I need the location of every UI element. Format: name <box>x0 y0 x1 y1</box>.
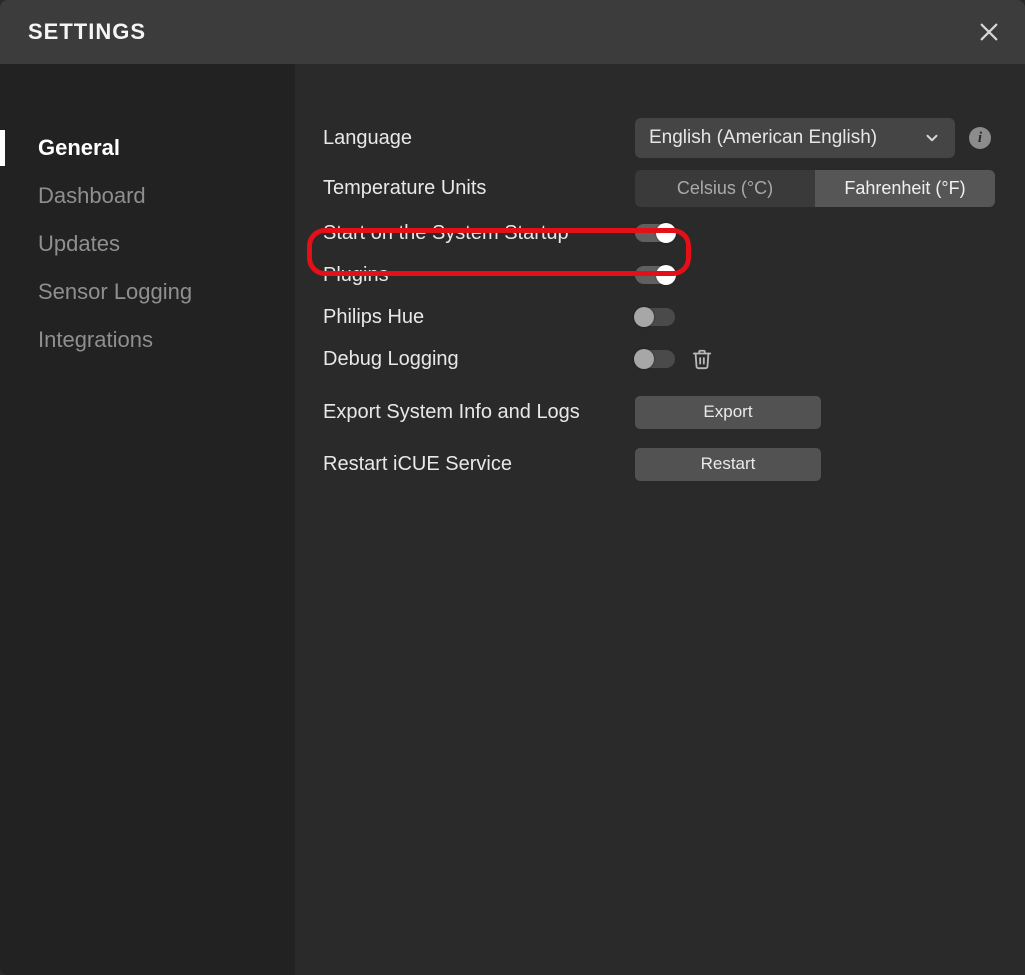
sidebar-item-label: General <box>38 135 120 161</box>
content-panel: Language English (American English) i Te… <box>297 64 1025 975</box>
language-label: Language <box>323 127 635 150</box>
sidebar-item-general[interactable]: General <box>0 124 295 172</box>
philips-hue-toggle[interactable] <box>635 308 675 326</box>
sidebar-item-updates[interactable]: Updates <box>0 220 295 268</box>
debug-logging-toggle[interactable] <box>635 350 675 368</box>
philips-hue-label: Philips Hue <box>323 306 635 329</box>
sidebar: General Dashboard Updates Sensor Logging… <box>0 64 297 975</box>
sidebar-item-label: Integrations <box>38 327 153 353</box>
toggle-knob <box>634 307 654 327</box>
window-title: SETTINGS <box>28 19 146 45</box>
temperature-option-celsius[interactable]: Celsius (°C) <box>635 170 815 207</box>
info-icon[interactable]: i <box>969 127 991 149</box>
settings-window: SETTINGS General Dashboard Updates Senso… <box>0 0 1025 975</box>
toggle-knob <box>656 223 676 243</box>
row-temperature: Temperature Units Celsius (°C) Fahrenhei… <box>323 166 995 210</box>
row-startup: Start on the System Startup <box>323 214 995 252</box>
startup-label: Start on the System Startup <box>323 222 635 245</box>
language-selected-value: English (American English) <box>649 127 877 149</box>
row-philips-hue: Philips Hue <box>323 298 995 336</box>
sidebar-item-label: Sensor Logging <box>38 279 192 305</box>
sidebar-item-sensor-logging[interactable]: Sensor Logging <box>0 268 295 316</box>
restart-button[interactable]: Restart <box>635 448 821 481</box>
temperature-option-fahrenheit[interactable]: Fahrenheit (°F) <box>815 170 995 207</box>
row-export: Export System Info and Logs Export <box>323 388 995 436</box>
startup-toggle[interactable] <box>635 224 675 242</box>
body: General Dashboard Updates Sensor Logging… <box>0 64 1025 975</box>
row-restart: Restart iCUE Service Restart <box>323 440 995 488</box>
close-button[interactable] <box>977 20 1001 44</box>
close-icon <box>978 21 1000 43</box>
temperature-label: Temperature Units <box>323 177 635 200</box>
titlebar: SETTINGS <box>0 0 1025 64</box>
sidebar-item-label: Dashboard <box>38 183 146 209</box>
sidebar-item-dashboard[interactable]: Dashboard <box>0 172 295 220</box>
toggle-knob <box>634 349 654 369</box>
row-language: Language English (American English) i <box>323 114 995 162</box>
plugins-toggle[interactable] <box>635 266 675 284</box>
sidebar-item-integrations[interactable]: Integrations <box>0 316 295 364</box>
chevron-down-icon <box>923 129 941 147</box>
trash-icon <box>691 348 713 370</box>
row-debug-logging: Debug Logging <box>323 340 995 378</box>
row-plugins: Plugins <box>323 256 995 294</box>
temperature-segmented: Celsius (°C) Fahrenheit (°F) <box>635 170 995 207</box>
sidebar-item-label: Updates <box>38 231 120 257</box>
toggle-knob <box>656 265 676 285</box>
language-select[interactable]: English (American English) <box>635 118 955 158</box>
export-button[interactable]: Export <box>635 396 821 429</box>
restart-label: Restart iCUE Service <box>323 453 635 476</box>
clear-log-button[interactable] <box>691 348 713 370</box>
export-label: Export System Info and Logs <box>323 401 635 424</box>
debug-logging-label: Debug Logging <box>323 348 635 371</box>
plugins-label: Plugins <box>323 264 635 287</box>
